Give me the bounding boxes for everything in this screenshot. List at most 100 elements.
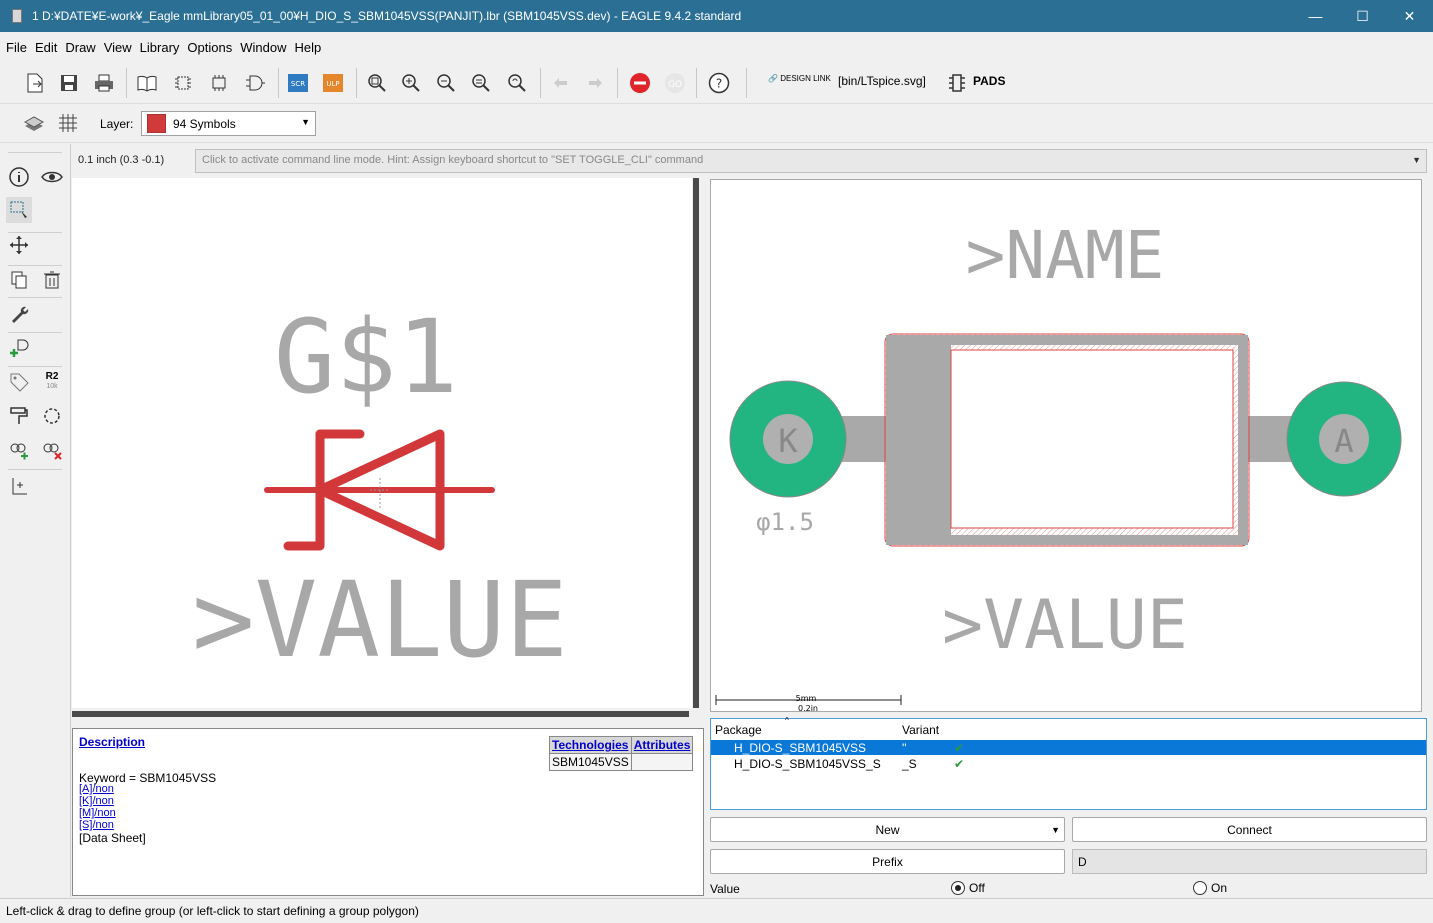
- menu-edit[interactable]: Edit: [31, 40, 61, 55]
- pad-a: A: [1239, 381, 1402, 497]
- technologies-header[interactable]: Technologies: [549, 736, 632, 754]
- symbol-name-text: G$1: [274, 298, 458, 417]
- datasheet-text: [Data Sheet]: [79, 831, 146, 845]
- smash-icon[interactable]: [39, 403, 65, 429]
- info-icon[interactable]: [6, 164, 32, 190]
- symbol-vscrollbar[interactable]: [693, 178, 699, 708]
- prefix-field[interactable]: D: [1072, 849, 1427, 874]
- symbol-canvas[interactable]: G$1 >VALUE: [72, 178, 692, 708]
- pads-button[interactable]: PADS: [973, 74, 1005, 88]
- zoom-select-icon[interactable]: [468, 70, 494, 96]
- value-on-label: On: [1211, 881, 1228, 895]
- column-package[interactable]: Package: [715, 723, 762, 737]
- redo-icon[interactable]: [582, 70, 608, 96]
- menu-draw[interactable]: Draw: [61, 40, 99, 55]
- menu-help[interactable]: Help: [290, 40, 325, 55]
- attributes-header[interactable]: Attributes: [630, 736, 694, 754]
- new-button[interactable]: New ▼: [710, 817, 1065, 842]
- symbol-gate-icon[interactable]: [242, 70, 268, 96]
- command-hint: Click to activate command line mode. Hin…: [202, 154, 704, 166]
- save-icon[interactable]: [56, 70, 82, 96]
- menu-options[interactable]: Options: [183, 40, 236, 55]
- menu-file[interactable]: File: [2, 40, 31, 55]
- scale-bar: 5mm 0.2in: [715, 694, 902, 713]
- pin-link-m[interactable]: [M]/non: [79, 807, 116, 819]
- description-link[interactable]: Description: [79, 735, 145, 749]
- value-label: Value: [710, 882, 740, 896]
- pin-link-k[interactable]: [K]/non: [79, 795, 114, 807]
- menu-library[interactable]: Library: [136, 40, 184, 55]
- maximize-button[interactable]: ☐: [1339, 0, 1386, 32]
- move-icon[interactable]: [6, 232, 32, 258]
- app-icon: [12, 9, 22, 23]
- grid-icon[interactable]: [55, 110, 81, 136]
- zoom-redraw-icon[interactable]: [504, 70, 530, 96]
- radio-unchecked-icon: [1193, 881, 1207, 895]
- zoom-in-icon[interactable]: [398, 70, 424, 96]
- print-icon[interactable]: [91, 70, 117, 96]
- go-icon[interactable]: GO: [662, 70, 688, 96]
- technology-cell: SBM1045VSS: [549, 753, 632, 771]
- chevron-down-icon: ▼: [1051, 825, 1060, 835]
- design-link-button[interactable]: 🔗 DESIGN LINK: [768, 74, 831, 83]
- library-book-icon[interactable]: [134, 70, 160, 96]
- link-icon: 🔗: [768, 74, 778, 83]
- group-select-icon[interactable]: [6, 197, 32, 223]
- minimize-button[interactable]: —: [1292, 0, 1339, 32]
- zoom-fit-icon[interactable]: [364, 70, 390, 96]
- disconnect-icon[interactable]: [39, 437, 65, 463]
- pin-link-s[interactable]: [S]/non: [79, 819, 114, 831]
- copy-icon[interactable]: [6, 267, 32, 293]
- layer-select[interactable]: 94 Symbols ▼: [141, 111, 316, 136]
- prefix-button[interactable]: Prefix: [710, 849, 1065, 874]
- value-icon[interactable]: R2 10k: [39, 369, 65, 395]
- open-file-icon[interactable]: [22, 70, 48, 96]
- value-off-label: Off: [969, 881, 985, 895]
- r2-label: R2: [45, 371, 59, 382]
- pads-icon: [944, 70, 970, 96]
- undo-icon[interactable]: [548, 70, 574, 96]
- symbol-hscrollbar[interactable]: [72, 711, 689, 717]
- column-variant[interactable]: Variant: [902, 723, 939, 737]
- main-toolbar: SCR ULP GO ? 🔗 DESIGN LINK [bin/LTspice.…: [0, 62, 1433, 104]
- script-button[interactable]: SCR: [285, 70, 311, 96]
- connect-button[interactable]: Connect: [1072, 817, 1427, 842]
- check-icon: ✔: [954, 741, 965, 755]
- wrench-icon[interactable]: [6, 301, 32, 327]
- attribute-cell: [630, 753, 694, 771]
- zoom-out-icon[interactable]: [433, 70, 459, 96]
- layers-icon[interactable]: [21, 110, 47, 136]
- footprint-icon[interactable]: [206, 70, 232, 96]
- package-row-2[interactable]: H_DIO-S_SBM1045VSS_S _S ✔: [711, 756, 1426, 771]
- name-tag-icon[interactable]: [6, 369, 32, 395]
- design-link-label: DESIGN LINK: [780, 74, 831, 83]
- ulp-button[interactable]: ULP: [320, 70, 346, 96]
- package-body: [884, 333, 1250, 547]
- show-eye-icon[interactable]: [39, 164, 65, 190]
- pin-link-a[interactable]: [A]/non: [79, 783, 114, 795]
- package-row-1[interactable]: H_DIO-S_SBM1045VSS '' ✔: [711, 740, 1426, 755]
- scale-bottom-label: 0.2in: [798, 704, 818, 713]
- paint-roller-icon[interactable]: [6, 403, 32, 429]
- help-icon[interactable]: ?: [706, 70, 732, 96]
- command-line[interactable]: Click to activate command line mode. Hin…: [195, 149, 1427, 173]
- layer-label: Layer:: [100, 117, 134, 131]
- add-part-icon[interactable]: [6, 335, 32, 361]
- technologies-table: Technologies Attributes SBM1045VSS: [549, 736, 694, 771]
- menu-window[interactable]: Window: [236, 40, 290, 55]
- value-off-radio[interactable]: Off: [951, 881, 985, 895]
- delete-trash-icon[interactable]: [39, 267, 65, 293]
- value-on-radio[interactable]: On: [1193, 881, 1227, 895]
- package-canvas[interactable]: >NAME K A φ1.5 >VALUE 5mm 0.2in: [710, 179, 1422, 713]
- menu-view[interactable]: View: [100, 40, 136, 55]
- connect-add-icon[interactable]: [6, 437, 32, 463]
- mark-origin-icon[interactable]: [6, 473, 32, 499]
- ltspice-button[interactable]: [bin/LTspice.svg]: [838, 74, 926, 88]
- ulp-label: ULP: [326, 80, 339, 88]
- package-variant: _S: [902, 757, 917, 771]
- scr-label: SCR: [291, 80, 305, 88]
- close-button[interactable]: ✕: [1386, 0, 1433, 32]
- stop-icon[interactable]: [627, 70, 653, 96]
- package-icon[interactable]: [170, 70, 196, 96]
- chevron-down-icon[interactable]: ▼: [1412, 155, 1421, 165]
